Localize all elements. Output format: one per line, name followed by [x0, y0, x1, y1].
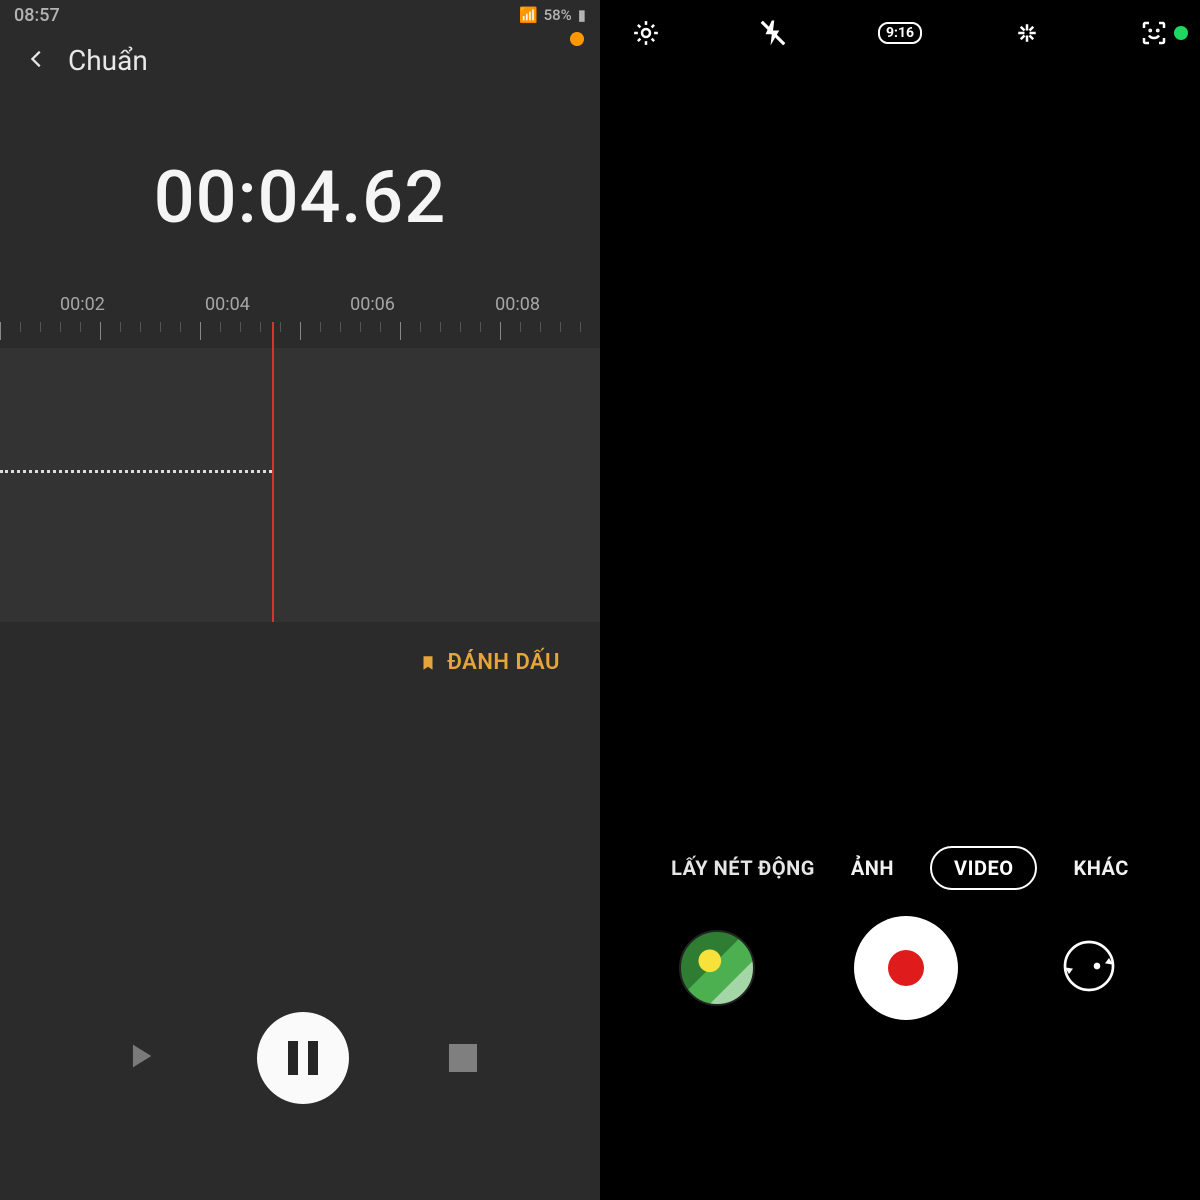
recorder-header: Chuẩn	[0, 30, 600, 87]
switch-camera-icon	[1057, 934, 1121, 998]
record-dot-icon	[888, 950, 924, 986]
tick-label: 00:06	[350, 294, 395, 315]
signal-icon: 📶	[519, 6, 538, 24]
status-bar: 08:57 📶 58% ▮	[0, 0, 600, 30]
effects-button[interactable]	[1003, 18, 1051, 48]
recorder-mode-title: Chuẩn	[68, 44, 148, 77]
flash-off-icon	[758, 18, 788, 48]
recorder-controls	[0, 1012, 600, 1104]
aspect-ratio-label: 9:16	[878, 22, 922, 44]
status-time: 08:57	[14, 5, 519, 26]
bookmark-icon	[419, 652, 437, 674]
battery-label: 58%	[544, 6, 572, 24]
chevron-left-icon	[26, 48, 48, 70]
sparkle-icon	[1012, 18, 1042, 48]
record-timer: 00:04.62	[0, 155, 600, 240]
camera-active-indicator	[1174, 26, 1188, 40]
bookmark-label: ĐÁNH DẤU	[447, 650, 560, 675]
battery-icon: ▮	[578, 6, 586, 24]
waveform-trace	[0, 470, 272, 478]
play-button[interactable]	[123, 1039, 157, 1077]
switch-camera-button[interactable]	[1057, 934, 1121, 1002]
record-shutter-button[interactable]	[854, 916, 958, 1020]
mode-live-focus[interactable]: LẤY NÉT ĐỘNG	[671, 856, 815, 880]
play-icon	[123, 1039, 157, 1073]
voice-recorder-screen: 08:57 📶 58% ▮ Chuẩn 00:04.62 00:02 00:04…	[0, 0, 600, 1200]
timeline-ruler	[0, 322, 600, 348]
aspect-ratio-button[interactable]: 9:16	[876, 22, 924, 44]
mode-photo[interactable]: ẢNH	[851, 856, 894, 880]
gear-icon	[631, 18, 661, 48]
playhead-line	[272, 322, 274, 622]
camera-bottom-bar	[600, 916, 1200, 1020]
bookmark-button[interactable]: ĐÁNH DẤU	[0, 650, 600, 675]
camera-top-bar: 9:16	[600, 0, 1200, 48]
recording-indicator-dot	[570, 32, 584, 46]
flash-toggle[interactable]	[749, 18, 797, 48]
camera-mode-selector[interactable]: LẤY NÉT ĐỘNG ẢNH VIDEO KHÁC	[600, 846, 1200, 890]
tick-label: 00:02	[60, 294, 105, 315]
mode-more[interactable]: KHÁC	[1073, 856, 1128, 880]
tick-label: 00:04	[205, 294, 250, 315]
status-right: 📶 58% ▮	[519, 6, 586, 24]
timeline-tick-labels: 00:02 00:04 00:06 00:08	[0, 294, 600, 315]
tick-label: 00:08	[495, 294, 540, 315]
pause-button[interactable]	[257, 1012, 349, 1104]
waveform-timeline[interactable]: 00:02 00:04 00:06 00:08	[0, 322, 600, 622]
face-scan-icon	[1139, 18, 1169, 48]
stop-button[interactable]	[449, 1044, 477, 1072]
gallery-thumbnail[interactable]	[679, 930, 755, 1006]
camera-settings-button[interactable]	[622, 18, 670, 48]
back-button[interactable]	[26, 48, 48, 74]
camera-screen: 9:16 LẤY NÉT ĐỘNG ẢNH VIDEO KHÁC	[600, 0, 1200, 1200]
mode-video-selected[interactable]: VIDEO	[930, 846, 1037, 890]
filters-button[interactable]	[1130, 18, 1178, 48]
pause-icon	[288, 1041, 318, 1075]
